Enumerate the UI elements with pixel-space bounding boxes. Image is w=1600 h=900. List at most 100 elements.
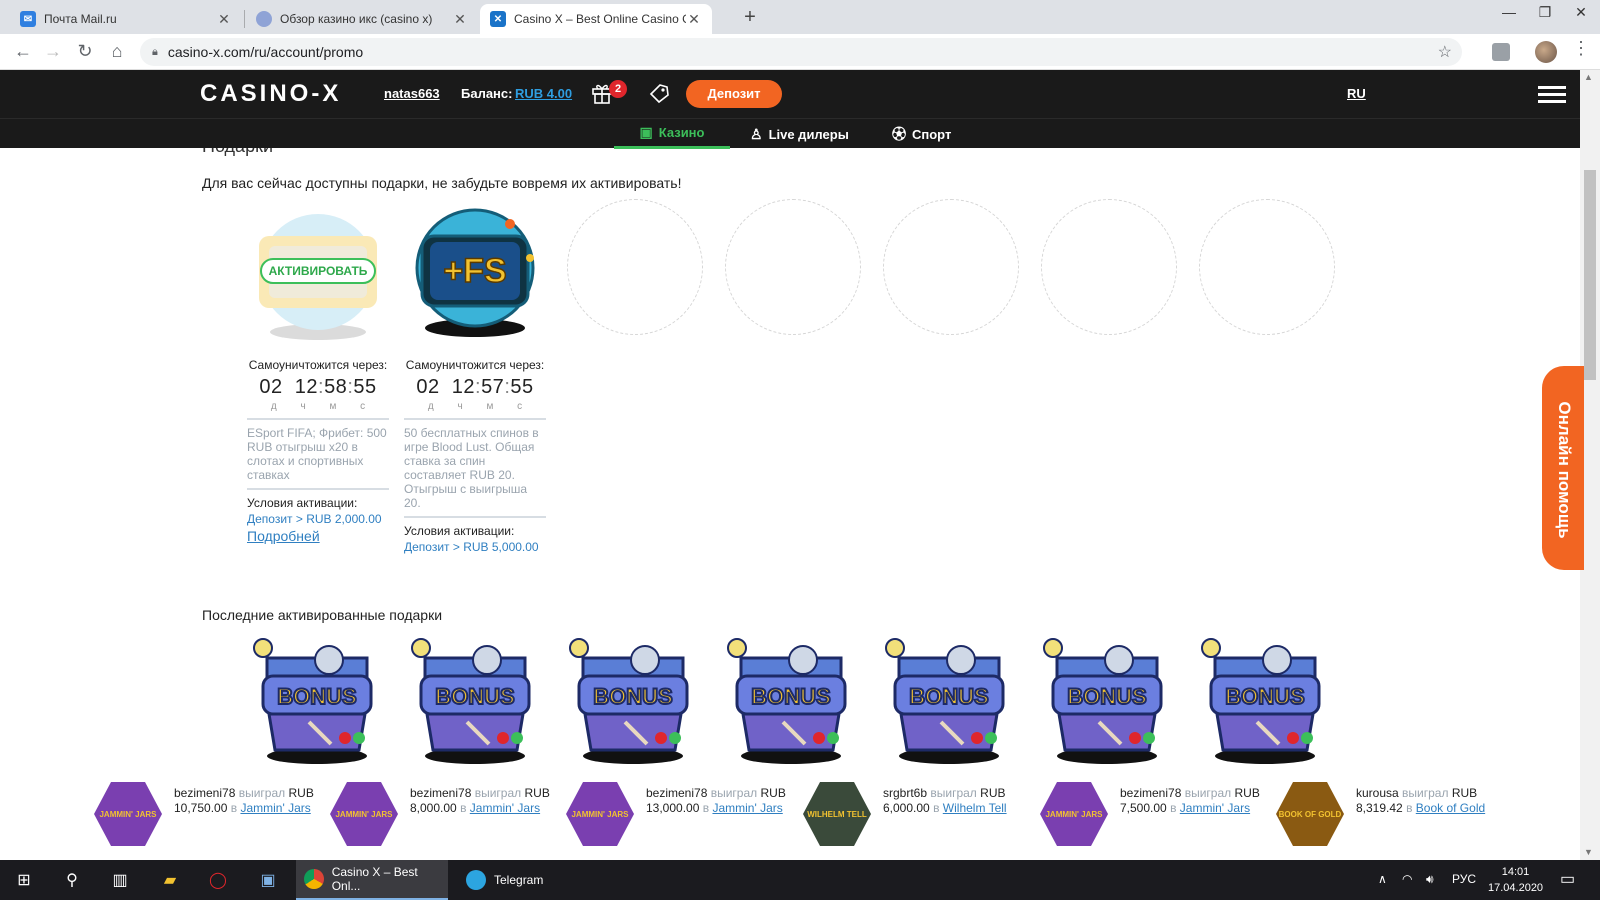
hamburger-menu-icon[interactable]	[1538, 86, 1566, 103]
timer-units: д ч м с	[247, 401, 389, 412]
windows-start-icon[interactable]: ⊞	[12, 868, 36, 892]
forward-icon[interactable]: →	[42, 41, 64, 62]
winner-in: в	[460, 801, 467, 815]
browser-tab-review[interactable]: Обзор казино икс (casino x) ✕	[246, 4, 478, 34]
browser-menu-icon[interactable]: ⋮	[1572, 38, 1590, 59]
balance-value[interactable]: RUB 4.00	[515, 86, 572, 101]
nav-live-dealers[interactable]: ♙ Live дилеры	[750, 119, 849, 149]
winner-text: srgbrt6b выиграл RUB 6,000.00 в Wilhelm …	[883, 786, 1023, 816]
winner-game-link[interactable]: Jammin' Jars	[470, 801, 540, 815]
winner-item[interactable]: JAMMIN' JARS bezimeni78 выиграл RUB 7,500…	[1040, 778, 1260, 848]
language-selector[interactable]: RU	[1347, 86, 1366, 101]
profile-avatar[interactable]	[1535, 41, 1557, 63]
empty-gift-slot	[1041, 199, 1177, 335]
system-clock[interactable]: 14:01 17.04.2020	[1488, 864, 1543, 896]
winner-game-link[interactable]: Jammin' Jars	[1180, 801, 1250, 815]
site-logo[interactable]: CASINO-X	[200, 80, 341, 108]
divider	[404, 516, 546, 518]
game-thumbnail[interactable]: WILHELM TELL	[803, 782, 871, 846]
close-tab-icon[interactable]: ✕	[452, 11, 468, 28]
notifications-icon[interactable]: ▭	[1560, 869, 1575, 889]
winner-item[interactable]: WILHELM TELL srgbrt6b выиграл RUB 6,000.0…	[803, 778, 1023, 848]
bonus-card: BONUS	[881, 638, 1017, 766]
winner-item[interactable]: BOOK OF GOLD kurousa выиграл RUB 8,319.42…	[1276, 778, 1496, 848]
scrollbar-thumb[interactable]	[1584, 170, 1596, 380]
gift-image: +FS	[404, 206, 546, 344]
promo-ticket-icon[interactable]	[648, 82, 670, 104]
home-icon[interactable]: ⌂	[106, 41, 128, 62]
browser-tab-casino-x[interactable]: ✕ Casino X – Best Online Casino Ga ✕	[480, 4, 712, 34]
taskbar-telegram[interactable]: Telegram	[458, 860, 598, 900]
winner-item[interactable]: JAMMIN' JARS bezimeni78 выиграл RUB 13,00…	[566, 778, 786, 848]
game-thumbnail[interactable]: JAMMIN' JARS	[566, 782, 634, 846]
back-icon[interactable]: ←	[12, 41, 34, 62]
input-language[interactable]: РУС	[1452, 872, 1476, 886]
divider	[247, 488, 389, 490]
deposit-button[interactable]: Депозит	[686, 80, 782, 108]
balance-label: Баланс:	[461, 86, 513, 101]
volume-icon[interactable]: 🔊︎	[1426, 872, 1434, 887]
game-thumbnail[interactable]: JAMMIN' JARS	[94, 782, 162, 846]
winner-in: в	[702, 801, 710, 815]
close-tab-icon[interactable]: ✕	[686, 11, 702, 28]
activate-button[interactable]: АКТИВИРОВАТЬ	[260, 258, 376, 284]
dealer-icon: ♙	[750, 125, 763, 142]
bonus-card: BONUS	[1039, 638, 1175, 766]
scroll-up-icon[interactable]: ▲	[1584, 72, 1593, 82]
winner-game-link[interactable]: Jammin' Jars	[240, 801, 310, 815]
winner-user: bezimeni78	[174, 786, 236, 800]
thumb-label: BOOK OF GOLD	[1278, 809, 1342, 819]
minimize-icon[interactable]: —	[1494, 4, 1524, 20]
winner-item[interactable]: JAMMIN' JARS bezimeni78 выиграл RUB 10,75…	[94, 778, 314, 848]
search-icon[interactable]: ⚲	[60, 868, 84, 892]
extension-icon[interactable]	[1492, 43, 1510, 61]
bonus-machine-icon: BONUS	[727, 638, 847, 764]
more-details-link[interactable]: Подробней	[247, 528, 389, 544]
browser-tab-mail[interactable]: ✉ Почта Mail.ru ✕	[10, 4, 242, 34]
winner-user: srgbrt6b	[883, 786, 928, 800]
winner-game-link[interactable]: Wilhelm Tell	[943, 801, 1007, 815]
username-link[interactable]: natas663	[384, 86, 440, 101]
bonus-label: BONUS	[1067, 684, 1146, 709]
maximize-icon[interactable]: ❐	[1530, 4, 1560, 21]
address-bar[interactable]: 🔒︎ casino-x.com/ru/account/promo ☆	[140, 38, 1462, 66]
winner-verb: выиграл	[1402, 786, 1449, 800]
winner-item[interactable]: JAMMIN' JARS bezimeni78 выиграл RUB 8,000…	[330, 778, 550, 848]
bonus-machine-icon: BONUS	[1201, 638, 1321, 764]
winner-game-link[interactable]: Book of Gold	[1416, 801, 1485, 815]
game-thumbnail[interactable]: JAMMIN' JARS	[1040, 782, 1108, 846]
game-thumbnail[interactable]: JAMMIN' JARS	[330, 782, 398, 846]
timer-days: 02	[416, 376, 440, 398]
timer-label: Самоуничтожится через:	[405, 358, 545, 372]
new-tab-icon[interactable]: +	[738, 6, 762, 29]
unit-days: д	[270, 401, 277, 412]
divider	[404, 418, 546, 420]
opera-icon[interactable]: ◯	[206, 868, 230, 892]
gift-count-badge: 2	[609, 80, 627, 98]
close-tab-icon[interactable]: ✕	[216, 11, 232, 28]
bonus-card: BONUS	[249, 638, 385, 766]
bonus-card: BONUS	[407, 638, 543, 766]
bonus-machine-icon: BONUS	[569, 638, 689, 764]
winner-verb: выиграл	[238, 786, 286, 800]
file-explorer-icon[interactable]: ▰	[158, 868, 182, 892]
taskbar-chrome[interactable]: Casino X – Best Onl...	[296, 860, 448, 900]
thumb-label: JAMMIN' JARS	[335, 809, 393, 819]
nav-casino[interactable]: ▣ Казино	[614, 119, 730, 149]
unit-minutes: м	[486, 401, 494, 412]
tray-chevron-icon[interactable]: ∧	[1378, 872, 1387, 886]
empty-gift-slot	[725, 199, 861, 335]
nav-sport[interactable]: ⚽︎ Спорт	[892, 119, 951, 149]
task-view-icon[interactable]: ▥	[108, 868, 132, 892]
online-help-label[interactable]: Онлайн помощь	[1554, 401, 1574, 538]
wifi-icon[interactable]: ◠	[1402, 872, 1412, 886]
intro-text: Для вас сейчас доступны подарки, не забу…	[202, 175, 682, 191]
bookmark-star-icon[interactable]: ☆	[1438, 42, 1452, 62]
window-close-icon[interactable]: ✕	[1566, 4, 1596, 21]
bonus-machine-icon: BONUS	[253, 638, 373, 764]
game-thumbnail[interactable]: BOOK OF GOLD	[1276, 782, 1344, 846]
save-app-icon[interactable]: ▣	[256, 868, 280, 892]
winner-game-link[interactable]: Jammin' Jars	[712, 801, 782, 815]
reload-icon[interactable]: ↻	[74, 41, 96, 62]
scroll-down-icon[interactable]: ▼	[1584, 847, 1593, 857]
